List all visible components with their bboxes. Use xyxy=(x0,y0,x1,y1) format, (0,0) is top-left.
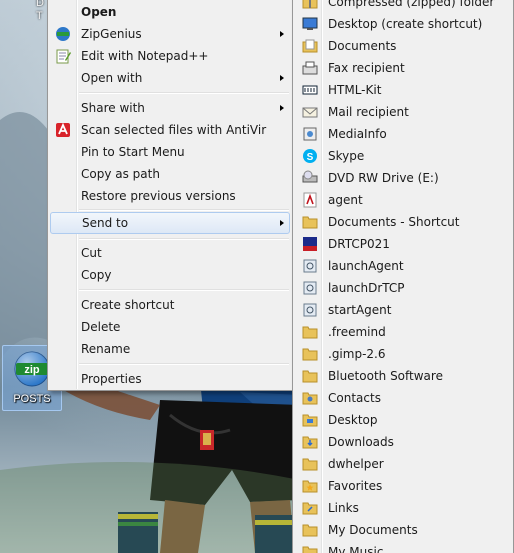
documents-library-icon xyxy=(302,39,318,53)
submenu-arrow-icon xyxy=(280,31,284,37)
folder-icon xyxy=(302,370,318,383)
sendto-item-skype[interactable]: S Skype xyxy=(295,145,511,167)
menu-item-copy-as-path[interactable]: Copy as path xyxy=(50,163,290,185)
sendto-item-links[interactable]: Links xyxy=(295,497,511,519)
sendto-item-dvd-drive[interactable]: DVD RW Drive (E:) xyxy=(295,167,511,189)
sendto-item-agent[interactable]: agent xyxy=(295,189,511,211)
sendto-item-documents-shortcut[interactable]: Documents - Shortcut xyxy=(295,211,511,233)
menu-item-create-shortcut[interactable]: Create shortcut xyxy=(50,294,290,316)
desktop-icon xyxy=(302,17,318,30)
desktop-text-fragment: T xyxy=(36,10,43,22)
submenu-arrow-icon xyxy=(280,75,284,81)
sendto-item-compressed-folder[interactable]: Compressed (zipped) folder xyxy=(295,0,511,13)
menu-item-antivir-scan[interactable]: Scan selected files with AntiVir xyxy=(50,119,290,141)
sendto-item-documents[interactable]: Documents xyxy=(295,35,511,57)
menu-item-zipgenius[interactable]: ZipGenius xyxy=(50,23,290,45)
folder-icon xyxy=(302,546,318,553)
sendto-item-favorites[interactable]: Favorites xyxy=(295,475,511,497)
menu-separator xyxy=(79,209,289,211)
sendto-item-drtcp021[interactable]: DRTCP021 xyxy=(295,233,511,255)
menu-separator xyxy=(79,238,289,240)
skype-icon: S xyxy=(303,149,317,163)
menu-item-open[interactable]: Open xyxy=(50,1,290,23)
menu-item-restore-versions[interactable]: Restore previous versions xyxy=(50,185,290,207)
folder-icon xyxy=(302,326,318,339)
script-icon xyxy=(303,259,317,273)
sendto-item-startagent[interactable]: startAgent xyxy=(295,299,511,321)
sendto-item-htmlkit[interactable]: HTML-Kit xyxy=(295,79,511,101)
sendto-item-desktop[interactable]: Desktop xyxy=(295,409,511,431)
menu-item-properties[interactable]: Properties xyxy=(50,368,290,390)
sendto-item-mail-recipient[interactable]: Mail recipient xyxy=(295,101,511,123)
zipgenius-icon xyxy=(56,27,70,41)
menu-separator xyxy=(79,92,289,94)
mail-icon xyxy=(302,107,318,118)
sendto-item-dwhelper[interactable]: dwhelper xyxy=(295,453,511,475)
drtcp-icon xyxy=(303,237,317,251)
notepadpp-icon xyxy=(56,49,71,64)
downloads-folder-icon xyxy=(302,436,318,449)
contacts-folder-icon xyxy=(302,392,318,405)
desktop-icon-label: POSTS xyxy=(13,393,51,405)
desktop-folder-icon xyxy=(302,414,318,427)
sendto-item-freemind[interactable]: .freemind xyxy=(295,321,511,343)
sendto-item-desktop-shortcut[interactable]: Desktop (create shortcut) xyxy=(295,13,511,35)
file-context-menu: Open ZipGenius Edit with Notepad++ Open … xyxy=(47,0,293,391)
sendto-item-fax-recipient[interactable]: Fax recipient xyxy=(295,57,511,79)
favorites-folder-icon xyxy=(302,480,318,493)
menu-separator xyxy=(79,289,289,291)
fax-icon xyxy=(302,61,318,75)
folder-icon xyxy=(302,458,318,471)
zip-archive-icon: zip xyxy=(14,351,50,387)
menu-separator xyxy=(79,363,289,365)
menu-item-open-with[interactable]: Open with xyxy=(50,67,290,89)
menu-item-share-with[interactable]: Share with xyxy=(50,97,290,119)
menu-item-edit-notepadpp[interactable]: Edit with Notepad++ xyxy=(50,45,290,67)
folder-icon xyxy=(302,216,318,229)
sendto-item-my-music[interactable]: My Music xyxy=(295,541,511,553)
menu-item-send-to[interactable]: Send to xyxy=(50,212,290,234)
folder-icon xyxy=(302,524,318,537)
sendto-item-launchdrtcp[interactable]: launchDrTCP xyxy=(295,277,511,299)
zip-badge-text: zip xyxy=(24,364,40,376)
menu-item-copy[interactable]: Copy xyxy=(50,264,290,286)
antivir-icon xyxy=(56,122,70,137)
svg-text:S: S xyxy=(307,152,314,163)
sendto-item-gimp[interactable]: .gimp-2.6 xyxy=(295,343,511,365)
sendto-item-contacts[interactable]: Contacts xyxy=(295,387,511,409)
zip-folder-icon xyxy=(302,0,318,9)
desktop-text-fragment: D xyxy=(36,0,44,9)
submenu-arrow-icon xyxy=(280,105,284,111)
folder-icon xyxy=(302,348,318,361)
links-folder-icon xyxy=(302,502,318,515)
sendto-item-my-documents[interactable]: My Documents xyxy=(295,519,511,541)
sendto-item-bluetooth-software[interactable]: Bluetooth Software xyxy=(295,365,511,387)
pdf-icon xyxy=(303,192,317,208)
sendto-item-downloads[interactable]: Downloads xyxy=(295,431,511,453)
mediainfo-icon xyxy=(303,127,317,141)
submenu-arrow-icon xyxy=(280,220,284,226)
sendto-item-mediainfo[interactable]: MediaInfo xyxy=(295,123,511,145)
menu-item-cut[interactable]: Cut xyxy=(50,242,290,264)
dvd-drive-icon xyxy=(302,170,318,183)
menu-item-rename[interactable]: Rename xyxy=(50,338,290,360)
menu-item-pin-start[interactable]: Pin to Start Menu xyxy=(50,141,290,163)
script-icon xyxy=(303,281,317,295)
script-icon xyxy=(303,303,317,317)
sendto-item-launchagent[interactable]: launchAgent xyxy=(295,255,511,277)
menu-item-delete[interactable]: Delete xyxy=(50,316,290,338)
htmlkit-icon xyxy=(302,85,318,95)
send-to-submenu: Compressed (zipped) folder Desktop (crea… xyxy=(292,0,514,553)
